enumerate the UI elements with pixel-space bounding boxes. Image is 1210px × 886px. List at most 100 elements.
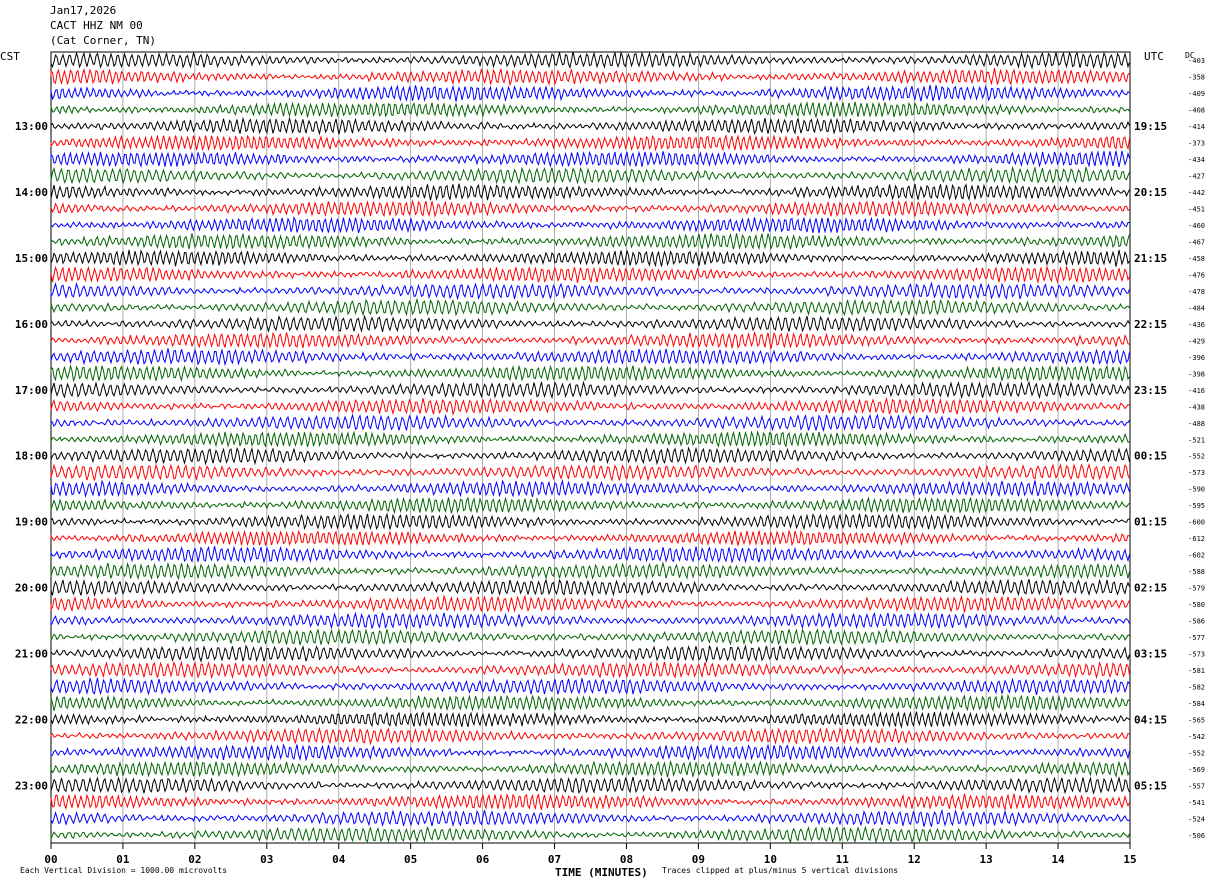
seismic-trace xyxy=(50,330,1130,350)
seismic-trace xyxy=(50,776,1130,795)
dc-offset-label: -542 xyxy=(1188,733,1205,741)
dc-offset-label: -552 xyxy=(1188,749,1205,757)
left-hour-label: 20:00 xyxy=(15,582,48,595)
x-tick-label: 02 xyxy=(188,853,201,866)
seismic-trace xyxy=(50,759,1130,779)
dc-offset-label: -506 xyxy=(1188,832,1205,840)
seismic-trace xyxy=(50,611,1130,630)
left-hour-label: 19:00 xyxy=(15,516,48,529)
dc-offset-label: -524 xyxy=(1188,815,1205,823)
right-hour-label: 19:15 xyxy=(1134,120,1167,133)
seismic-trace xyxy=(50,693,1130,712)
dc-offset-label: -590 xyxy=(1188,486,1205,494)
right-hour-label: 01:15 xyxy=(1134,516,1167,529)
seismic-trace xyxy=(50,281,1130,301)
left-zone-label: CST xyxy=(0,50,20,63)
seismic-trace xyxy=(50,380,1130,400)
dc-offset-label: -442 xyxy=(1188,189,1205,197)
x-tick-label: 00 xyxy=(44,853,57,866)
seismic-trace xyxy=(50,462,1130,482)
dc-offset-label: -478 xyxy=(1188,288,1205,296)
dc-offset-label: -600 xyxy=(1188,519,1205,527)
seismic-trace xyxy=(50,710,1130,729)
seismic-trace xyxy=(50,150,1130,169)
right-hour-label: 02:15 xyxy=(1134,582,1167,595)
right-hour-label: 22:15 xyxy=(1134,318,1167,331)
seismic-trace xyxy=(50,529,1130,547)
seismic-trace xyxy=(50,627,1130,646)
x-tick-label: 08 xyxy=(620,853,633,866)
x-tick-label: 15 xyxy=(1123,853,1136,866)
right-hour-label: 05:15 xyxy=(1134,779,1167,792)
right-hour-label: 23:15 xyxy=(1134,384,1167,397)
dc-offset-label: -557 xyxy=(1188,782,1205,790)
dc-offset-label: -427 xyxy=(1188,173,1205,181)
x-tick-label: 13 xyxy=(980,853,993,866)
left-hour-label: 21:00 xyxy=(15,647,48,660)
x-tick-label: 09 xyxy=(692,853,705,866)
dc-offset-label: -552 xyxy=(1188,453,1205,461)
dc-offset-label: -612 xyxy=(1188,535,1205,543)
seismic-trace xyxy=(50,183,1130,201)
dc-offset-label: -573 xyxy=(1188,469,1205,477)
seismic-trace xyxy=(50,479,1130,498)
seismic-trace xyxy=(50,644,1130,664)
x-tick-label: 04 xyxy=(332,853,346,866)
dc-offset-label: -409 xyxy=(1188,90,1205,98)
left-hour-label: 13:00 xyxy=(15,120,48,133)
left-hour-label: 18:00 xyxy=(15,450,48,463)
dc-offset-label: -396 xyxy=(1188,354,1205,362)
seismic-trace xyxy=(50,297,1130,317)
clip-note: Traces clipped at plus/minus 5 vertical … xyxy=(662,866,899,875)
dc-offset-label: -460 xyxy=(1188,222,1205,230)
left-hour-label: 23:00 xyxy=(15,779,48,792)
dc-offset-label: -584 xyxy=(1188,700,1205,708)
dc-offset-label: -595 xyxy=(1188,502,1205,510)
dc-offset-label: -484 xyxy=(1188,304,1205,312)
dc-offset-label: -408 xyxy=(1188,107,1205,115)
left-hour-label: 17:00 xyxy=(15,384,48,397)
dc-offset-label: -488 xyxy=(1188,420,1205,428)
dc-offset-label: -373 xyxy=(1188,140,1205,148)
x-tick-label: 11 xyxy=(836,853,850,866)
dc-offset-label: -582 xyxy=(1188,683,1205,691)
x-tick-label: 01 xyxy=(116,853,130,866)
x-tick-label: 06 xyxy=(476,853,490,866)
right-zone-label: UTC xyxy=(1144,50,1164,63)
seismic-trace xyxy=(50,348,1130,367)
seismic-trace xyxy=(50,726,1130,746)
dc-offset-label: -476 xyxy=(1188,271,1205,279)
x-axis-label: TIME (MINUTES) xyxy=(555,866,648,879)
dc-offset-label: -438 xyxy=(1188,403,1205,411)
seismic-trace xyxy=(50,512,1130,531)
right-hour-label: 03:15 xyxy=(1134,647,1167,660)
seismic-trace xyxy=(50,594,1130,613)
seismic-trace xyxy=(50,578,1130,597)
x-tick-label: 12 xyxy=(908,853,921,866)
seismic-trace xyxy=(50,199,1130,218)
left-hour-label: 15:00 xyxy=(15,252,48,265)
seismic-trace xyxy=(50,232,1130,251)
right-hour-label: 04:15 xyxy=(1134,713,1167,726)
seismic-trace xyxy=(50,50,1130,70)
seismic-trace xyxy=(50,84,1130,103)
dc-offset-label: -429 xyxy=(1188,337,1205,345)
x-tick-label: 07 xyxy=(548,853,561,866)
seismic-trace xyxy=(50,133,1130,152)
dc-offset-label: -403 xyxy=(1188,57,1205,65)
seismic-trace xyxy=(50,561,1130,581)
seismic-trace xyxy=(50,265,1130,284)
seismic-trace xyxy=(50,446,1130,466)
dc-offset-label: -569 xyxy=(1188,766,1205,774)
seismic-trace xyxy=(50,430,1130,448)
seismic-trace xyxy=(50,165,1130,185)
dc-offset-label: -436 xyxy=(1188,321,1205,329)
dc-offset-label: -434 xyxy=(1188,156,1205,164)
dc-offset-label: -581 xyxy=(1188,667,1205,675)
seismic-trace xyxy=(50,396,1130,416)
dc-offset-label: -577 xyxy=(1188,634,1205,642)
seismic-trace xyxy=(50,100,1130,119)
dc-offset-label: -451 xyxy=(1188,206,1205,214)
seismic-trace xyxy=(50,496,1130,515)
left-hour-label: 22:00 xyxy=(15,713,48,726)
